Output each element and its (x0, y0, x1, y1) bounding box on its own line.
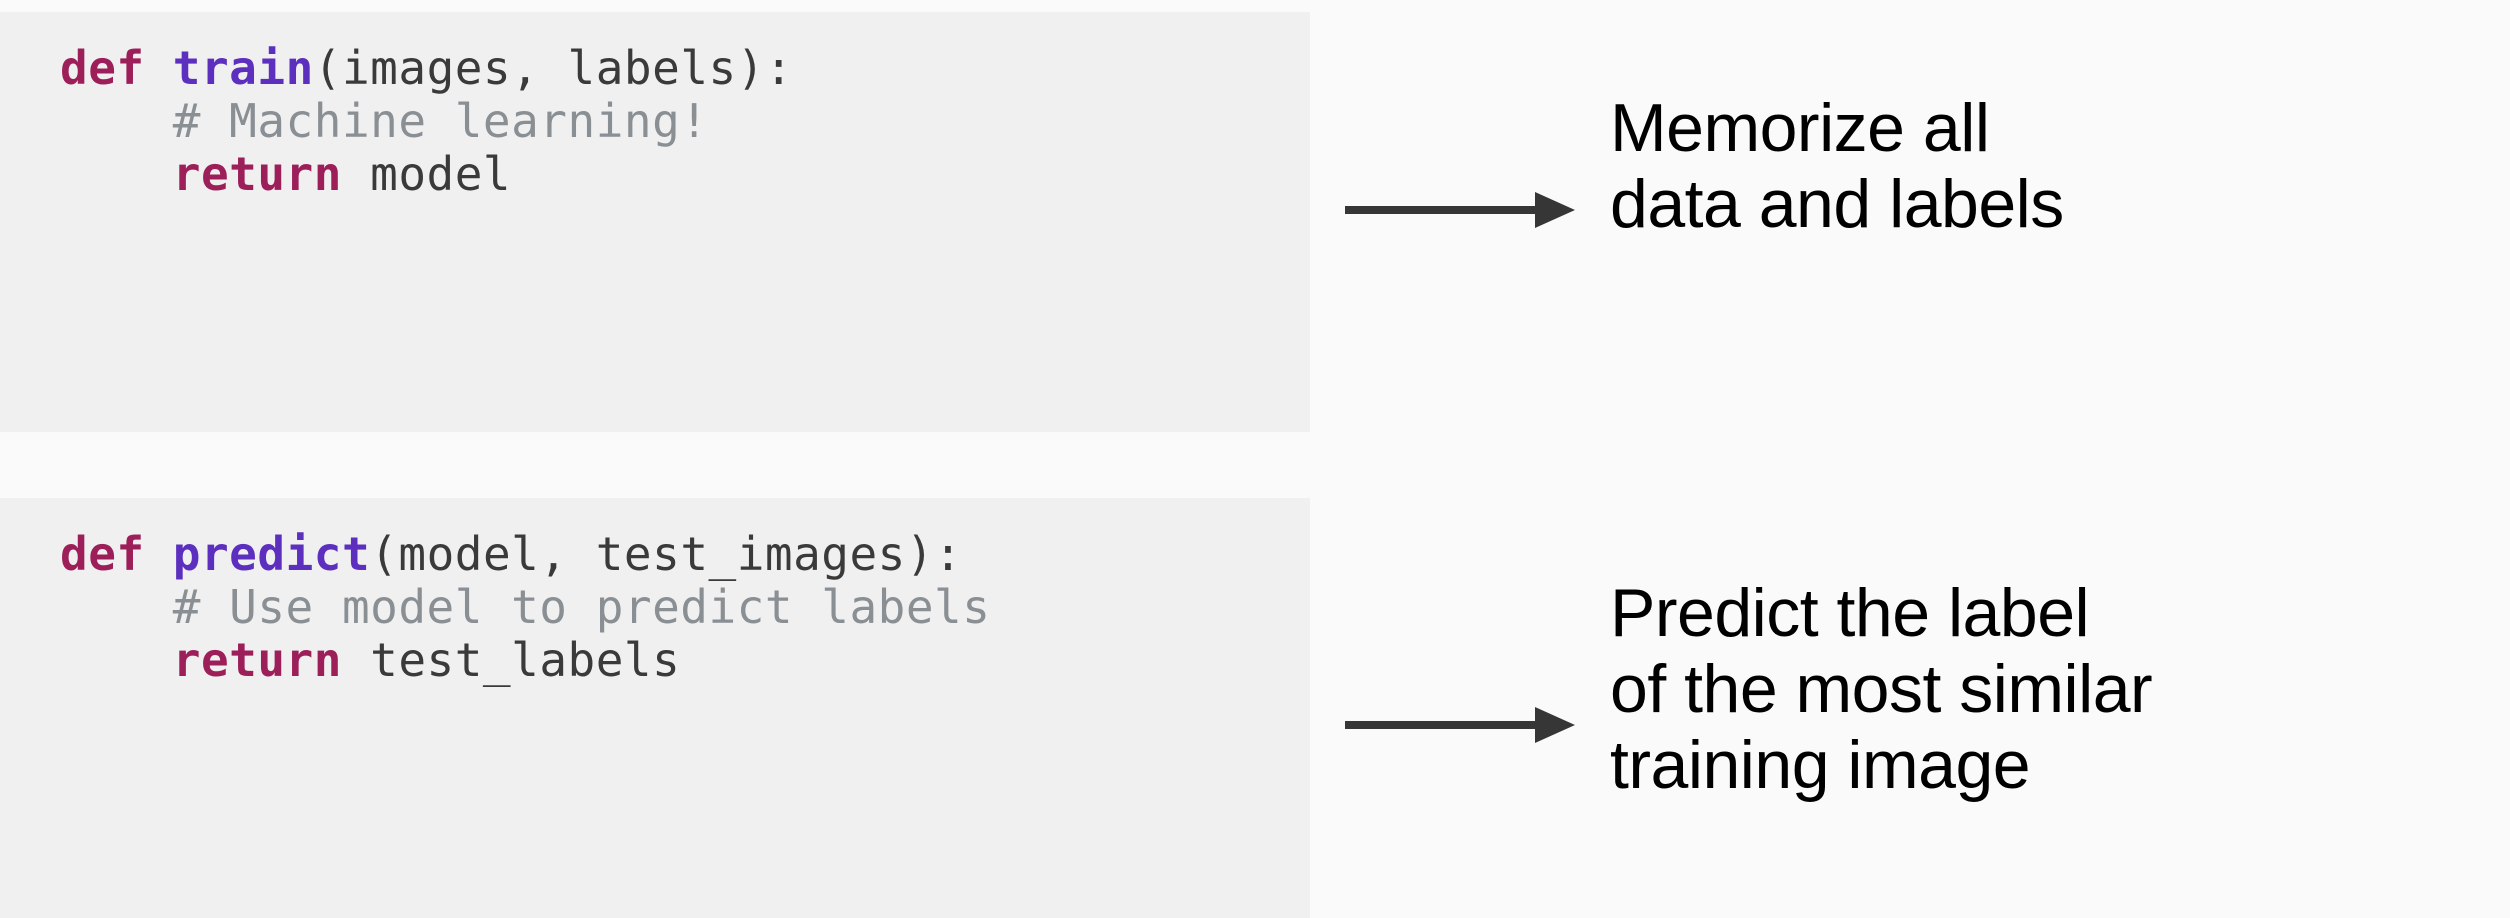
function-name-train: train (173, 41, 314, 95)
paren-open: ( (314, 41, 342, 95)
paren-close: ): (737, 41, 793, 95)
keyword-def: def (60, 41, 145, 95)
arrow-icon (1340, 695, 1580, 755)
code-block-predict: def predict(model, test_images): # Use m… (0, 498, 1310, 918)
code-block-train: def train(images, labels): # Machine lea… (0, 12, 1310, 432)
return-val-train: model (370, 147, 511, 201)
return-val-predict: test_labels (370, 633, 680, 687)
function-name-predict: predict (173, 527, 370, 581)
indent (60, 580, 173, 634)
paren-close: ): (906, 527, 962, 581)
params-train: images, labels (342, 41, 737, 95)
indent (60, 633, 173, 687)
description-train: Memorize all data and labels (1610, 90, 2064, 242)
space (342, 633, 370, 687)
keyword-def: def (60, 527, 145, 581)
comment-predict: # Use model to predict labels (173, 580, 991, 634)
keyword-return: return (173, 633, 342, 687)
space (342, 147, 370, 201)
comment-train: # Machine learning! (173, 94, 709, 148)
arrow-icon (1340, 180, 1580, 240)
keyword-return: return (173, 147, 342, 201)
params-predict: model, test_images (398, 527, 906, 581)
slide-stage: def train(images, labels): # Machine lea… (0, 0, 2510, 907)
paren-open: ( (370, 527, 398, 581)
description-predict: Predict the label of the most similar tr… (1610, 575, 2152, 803)
code-predict: def predict(model, test_images): # Use m… (60, 528, 1270, 687)
indent (60, 94, 173, 148)
code-train: def train(images, labels): # Machine lea… (60, 42, 1270, 201)
indent (60, 147, 173, 201)
